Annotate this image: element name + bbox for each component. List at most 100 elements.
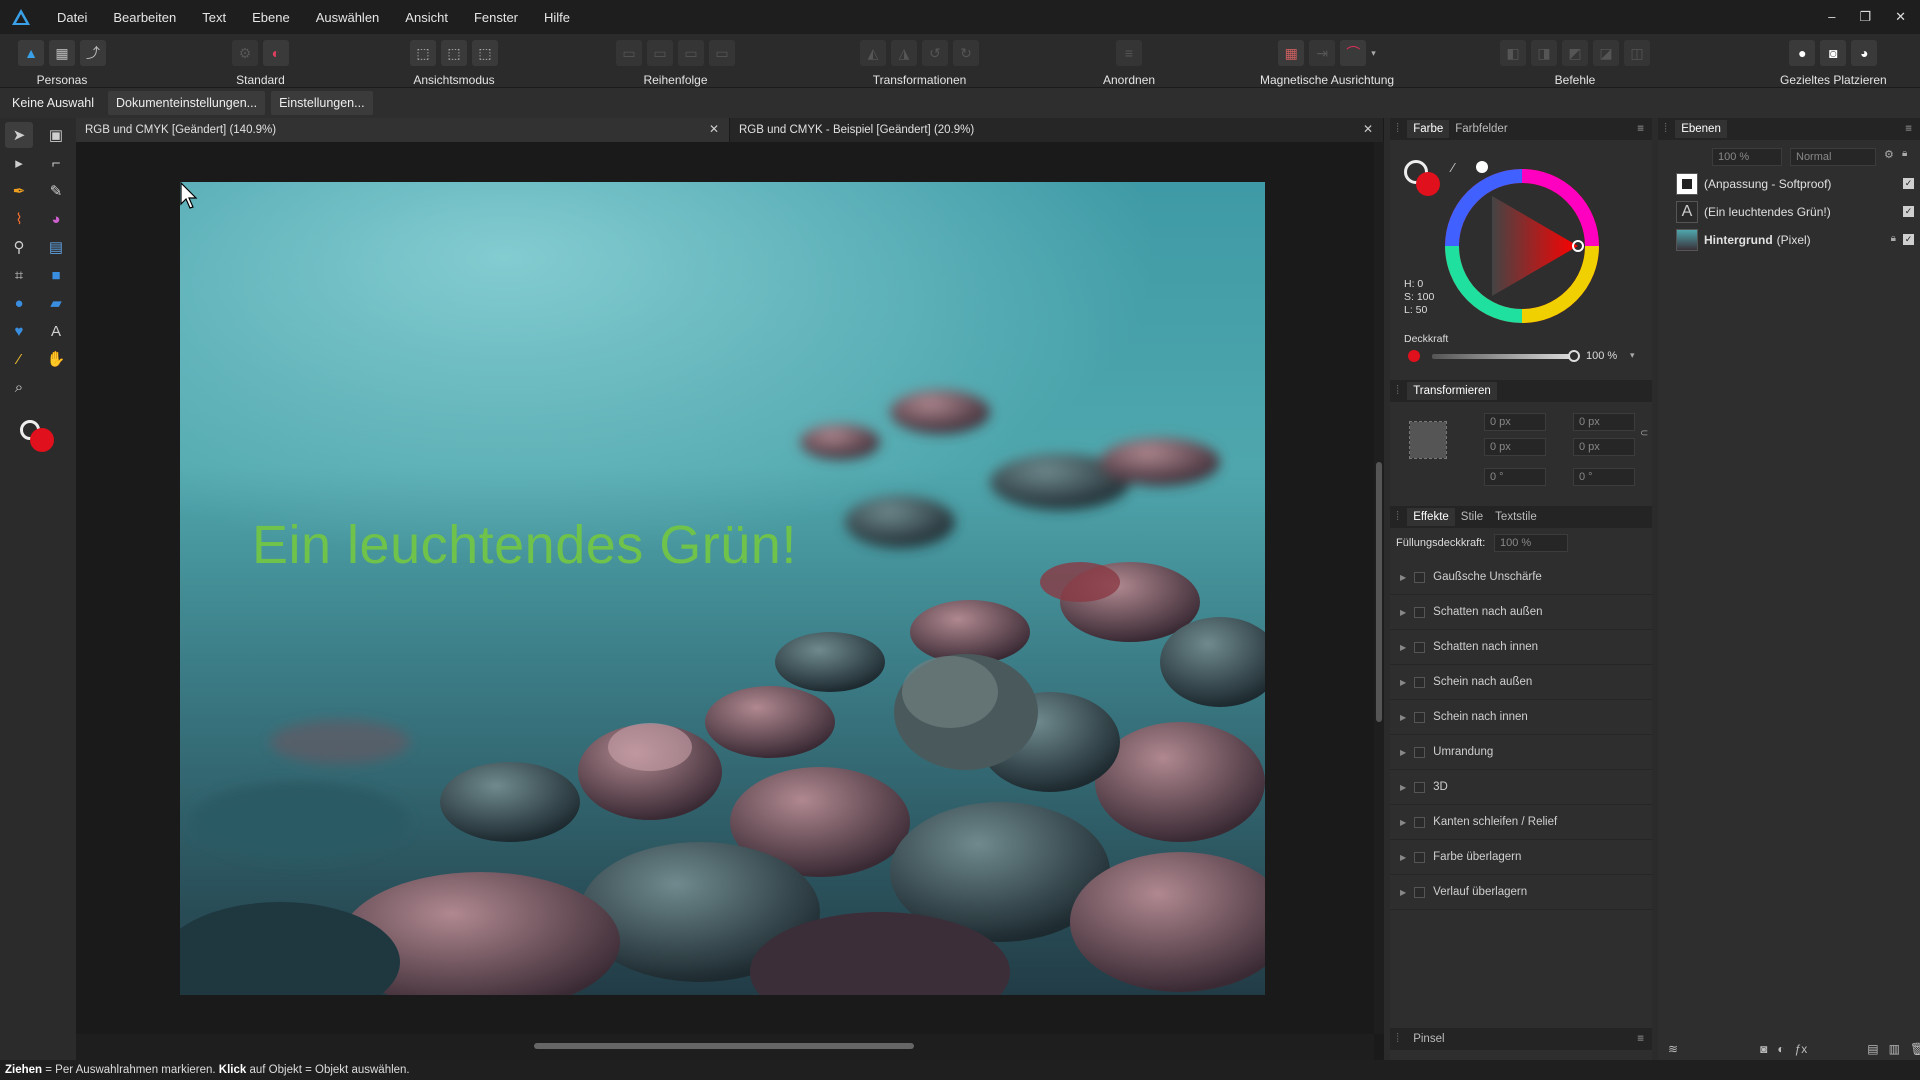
menu-datei[interactable]: Datei xyxy=(44,10,100,25)
width-field[interactable]: 0 px xyxy=(1573,413,1635,431)
layer-fx-menu-icon[interactable]: ≋ xyxy=(1668,1042,1678,1056)
minimize-button[interactable]: – xyxy=(1828,9,1835,25)
layer-visibility-checkbox[interactable]: ✓ xyxy=(1903,234,1914,245)
expand-arrow-icon[interactable]: ▶ xyxy=(1400,888,1406,897)
color-wheel[interactable] xyxy=(1444,168,1600,324)
magnet-icon[interactable]: ⌒ xyxy=(1340,40,1367,66)
effect-checkbox[interactable] xyxy=(1414,711,1426,723)
effect-checkbox[interactable] xyxy=(1414,816,1426,828)
place-image-tool-icon[interactable]: ▤ xyxy=(42,234,70,260)
cmd-intersect-icon[interactable]: ◩ xyxy=(1562,40,1588,66)
grid-icon[interactable]: ▦ xyxy=(1278,40,1305,66)
snapping-brush-icon[interactable]: ◐ xyxy=(263,40,289,66)
heart-shape-tool-icon[interactable]: ♥ xyxy=(5,318,33,344)
rotate-left-icon[interactable]: ↺ xyxy=(922,40,948,66)
view-mode-1-icon[interactable]: ⬚ xyxy=(410,40,436,66)
order-forward-icon[interactable]: ▭ xyxy=(678,40,704,66)
view-mode-2-icon[interactable]: ⬚ xyxy=(441,40,467,66)
menu-ebene[interactable]: Ebene xyxy=(239,10,303,25)
layer-row[interactable]: Hintergrund (Pixel) 🔒︎ ✓ xyxy=(1658,226,1920,254)
insert-inside-icon[interactable]: ◕ xyxy=(1851,40,1878,66)
expand-arrow-icon[interactable]: ▶ xyxy=(1400,748,1406,757)
expand-arrow-icon[interactable]: ▶ xyxy=(1400,818,1406,827)
effect-checkbox[interactable] xyxy=(1414,851,1426,863)
panel-menu-icon[interactable]: ≡ xyxy=(1905,123,1912,135)
flip-v-icon[interactable]: ◮ xyxy=(891,40,917,66)
order-backward-icon[interactable]: ▭ xyxy=(647,40,673,66)
fx-icon[interactable]: ƒx xyxy=(1795,1042,1808,1056)
x-field[interactable]: 0 px xyxy=(1484,413,1546,431)
effect-checkbox[interactable] xyxy=(1414,746,1426,758)
link-icon[interactable]: ⊂ xyxy=(1640,428,1648,439)
effect-item[interactable]: ▶ 3D xyxy=(1390,770,1652,805)
menu-auswaehlen[interactable]: Auswählen xyxy=(303,10,393,25)
effect-checkbox[interactable] xyxy=(1414,641,1426,653)
effect-checkbox[interactable] xyxy=(1414,571,1426,583)
artboard-tool-icon[interactable]: ▣ xyxy=(42,122,70,148)
expand-arrow-icon[interactable]: ▶ xyxy=(1400,713,1406,722)
color-picker-tool-icon[interactable]: ◕ xyxy=(42,206,70,232)
effect-item[interactable]: ▶ Schatten nach außen xyxy=(1390,595,1652,630)
order-back-icon[interactable]: ▭ xyxy=(616,40,642,66)
effect-item[interactable]: ▶ Umrandung xyxy=(1390,735,1652,770)
shear-field[interactable]: 0 ° xyxy=(1573,468,1635,486)
layer-row[interactable]: (Anpassung - Softproof) ✓ xyxy=(1658,170,1920,198)
horizontal-scrollbar[interactable] xyxy=(76,1034,1374,1060)
settings-button[interactable]: Einstellungen... xyxy=(271,91,373,115)
blend-mode-select[interactable]: Normal xyxy=(1790,148,1876,166)
brush-tool-icon[interactable]: ⌇ xyxy=(5,206,33,232)
fill-opacity-field[interactable]: 100 % xyxy=(1494,534,1568,552)
layer-visibility-checkbox[interactable]: ✓ xyxy=(1903,178,1914,189)
rounded-rect-tool-icon[interactable]: ▰ xyxy=(42,290,70,316)
expand-arrow-icon[interactable]: ▶ xyxy=(1400,678,1406,687)
layer-settings-icon[interactable]: ⚙ xyxy=(1884,148,1894,161)
opacity-dropdown-icon[interactable]: ▾ xyxy=(1630,350,1635,361)
tab-farbe[interactable]: Farbe xyxy=(1407,120,1450,138)
effect-item[interactable]: ▶ Verlauf überlagern xyxy=(1390,875,1652,910)
rotate-right-icon[interactable]: ↻ xyxy=(953,40,979,66)
eyedropper-tool-icon[interactable]: ⁄ xyxy=(5,346,33,372)
restore-button[interactable]: ❐ xyxy=(1859,9,1871,25)
brush-panel-title[interactable]: Pinsel xyxy=(1407,1030,1450,1048)
effect-checkbox[interactable] xyxy=(1414,781,1426,793)
tab-textstile[interactable]: Textstile xyxy=(1489,508,1543,526)
panel-menu-icon[interactable]: ≡ xyxy=(1637,123,1644,135)
pixel-persona-icon[interactable]: ▦ xyxy=(49,40,75,66)
rectangle-tool-icon[interactable]: ■ xyxy=(42,262,70,288)
move-tool-icon[interactable]: ➤ xyxy=(5,122,33,148)
color-swatches[interactable] xyxy=(1404,160,1444,200)
adjustment-icon[interactable]: ◐ xyxy=(1777,1042,1784,1056)
tab-document-1[interactable]: RGB und CMYK [Geändert] (140.9%) ✕ xyxy=(76,118,730,142)
align-icon[interactable]: ≡ xyxy=(1116,40,1143,66)
document-canvas[interactable]: Ein leuchtendes Grün! xyxy=(180,182,1265,995)
vertical-scroll-thumb[interactable] xyxy=(1376,462,1382,722)
vertical-scrollbar[interactable] xyxy=(1374,142,1384,1034)
snap-icon[interactable]: ⇥ xyxy=(1309,40,1336,66)
fill-stroke-swatch[interactable] xyxy=(16,416,56,456)
layers-title[interactable]: Ebenen xyxy=(1675,120,1727,138)
opacity-value[interactable]: 100 % xyxy=(1586,350,1617,362)
menu-text[interactable]: Text xyxy=(189,10,239,25)
mask-icon[interactable]: ◙ xyxy=(1760,1042,1767,1056)
opacity-slider[interactable] xyxy=(1432,354,1574,359)
panel-menu-icon[interactable]: ≡ xyxy=(1637,1033,1644,1045)
order-front-icon[interactable]: ▭ xyxy=(709,40,735,66)
close-window-button[interactable]: ✕ xyxy=(1895,9,1906,25)
tab-effekte[interactable]: Effekte xyxy=(1407,508,1455,526)
insert-top-icon[interactable]: ◙ xyxy=(1820,40,1847,66)
close-tab-icon[interactable]: ✕ xyxy=(1363,122,1373,136)
tab-farbfelder[interactable]: Farbfelder xyxy=(1449,120,1513,138)
expand-arrow-icon[interactable]: ▶ xyxy=(1400,643,1406,652)
effect-item[interactable]: ▶ Gaußsche Unschärfe xyxy=(1390,560,1652,595)
snapping-dropdown-icon[interactable]: ▾ xyxy=(1371,48,1376,59)
hand-tool-icon[interactable]: ✋ xyxy=(42,346,70,372)
opacity-slider-handle[interactable] xyxy=(1568,350,1580,362)
cmd-divide-icon[interactable]: ◫ xyxy=(1624,40,1650,66)
transform-title[interactable]: Transformieren xyxy=(1407,382,1497,400)
pencil-tool-icon[interactable]: ✎ xyxy=(42,178,70,204)
flip-h-icon[interactable]: ◭ xyxy=(860,40,886,66)
canvas-text-object[interactable]: Ein leuchtendes Grün! xyxy=(252,514,797,576)
menu-bearbeiten[interactable]: Bearbeiten xyxy=(100,10,189,25)
effect-checkbox[interactable] xyxy=(1414,606,1426,618)
lock-all-icon[interactable]: 🔒︎ xyxy=(1902,148,1907,159)
